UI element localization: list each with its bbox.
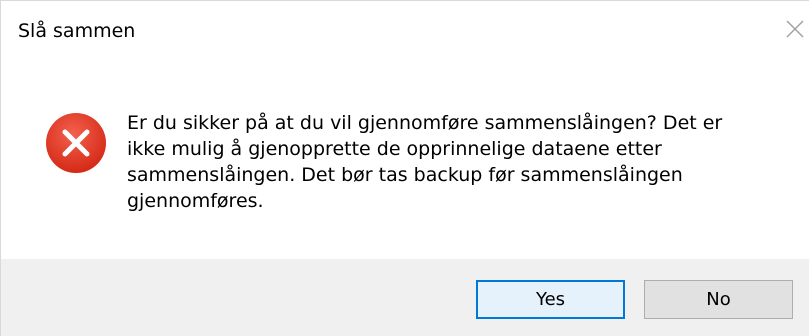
dialog-title: Slå sammen	[18, 20, 136, 42]
close-icon	[786, 20, 804, 38]
dialog-content: Er du sikker på at du vil gjennomføre sa…	[1, 63, 809, 259]
close-button[interactable]	[781, 15, 809, 43]
button-bar: Yes No	[1, 259, 809, 336]
dialog-message: Er du sikker på at du vil gjennomføre sa…	[127, 112, 723, 212]
no-button[interactable]: No	[644, 280, 793, 319]
message-dialog: Slå sammen Er du sikker på at du vil gje…	[0, 0, 809, 336]
error-icon	[44, 111, 108, 175]
title-bar[interactable]: Slå sammen	[1, 1, 809, 63]
yes-button[interactable]: Yes	[476, 280, 625, 319]
